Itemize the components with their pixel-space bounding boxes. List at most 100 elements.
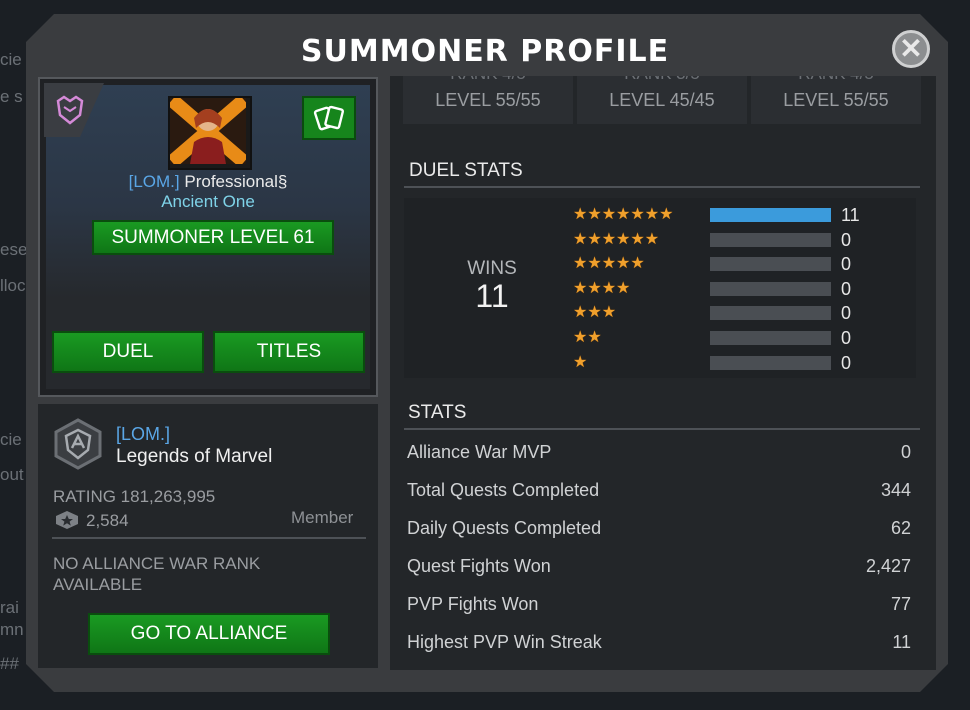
star-icon: ★ xyxy=(573,279,588,297)
wins-bar-fill xyxy=(710,208,831,222)
divider xyxy=(404,428,920,430)
wins-bar xyxy=(710,331,831,345)
star-icon: ★ xyxy=(601,230,617,248)
background-text: rai xyxy=(0,598,19,617)
wins-bar xyxy=(710,281,831,296)
star-icon: ★ xyxy=(601,255,617,273)
star-icon: ★ xyxy=(616,279,631,297)
stat-value: 2,427 xyxy=(865,556,911,576)
star-icon: ★ xyxy=(616,255,631,273)
summoner-level-button[interactable]: SUMMONER LEVEL 61 xyxy=(92,220,334,255)
alliance-tag: [LOM.] xyxy=(128,172,180,191)
champion-portrait[interactable] xyxy=(167,94,252,170)
star-icon: ★ xyxy=(644,230,660,248)
duel-stats-heading: DUEL STATS xyxy=(409,160,523,181)
stat-label: Daily Quests Completed xyxy=(407,518,602,538)
stat-label: Total Quests Completed xyxy=(407,480,600,500)
close-button[interactable]: ✕ xyxy=(892,30,930,68)
wins-label: WINS xyxy=(467,258,517,279)
star-icon: ★ xyxy=(630,206,645,223)
wins-count: 0 xyxy=(841,328,852,348)
star-rating: ★ ★ ★ ★ ★ ★ xyxy=(573,231,659,249)
wins-count: 0 xyxy=(841,229,852,250)
background-text: out xyxy=(0,465,24,484)
deck-button[interactable] xyxy=(302,96,356,140)
wins-bar xyxy=(710,306,831,321)
mystic-class-icon xyxy=(56,95,84,125)
alliance-rating: RATING 181,263,995 xyxy=(53,487,216,506)
stat-row: Quest Fights Won 2,427 xyxy=(407,556,911,577)
close-icon: ✕ xyxy=(899,33,923,64)
star-icon: ★ xyxy=(587,255,602,273)
star-rating: ★ ★ xyxy=(573,329,602,347)
alliance-name: Legends of Marvel xyxy=(116,446,273,467)
rank-label: RANK 3/5 xyxy=(577,76,747,84)
wins-count: 0 xyxy=(841,278,852,299)
star-icon: ★ xyxy=(601,206,617,223)
alliance-tag-label[interactable]: [LOM.] xyxy=(116,424,170,445)
rank-label: RANK 4/5 xyxy=(403,76,573,84)
stat-label: Alliance War MVP xyxy=(407,442,552,462)
background-text: lloc xyxy=(0,276,26,295)
star-icon: ★ xyxy=(644,206,660,223)
background-text: ## xyxy=(0,654,19,673)
wins-bar xyxy=(710,208,831,222)
war-rank-status: NO ALLIANCE WAR RANK AVAILABLE xyxy=(53,554,261,594)
wins-count: 0 xyxy=(841,352,852,373)
wins-count: 0 xyxy=(841,303,852,324)
stat-row: Highest PVP Win Streak 11 xyxy=(407,632,911,653)
divider xyxy=(404,186,920,188)
stat-label: Highest PVP Win Streak xyxy=(407,632,602,652)
star-icon: ★ xyxy=(630,230,645,248)
stat-row: Total Quests Completed 344 xyxy=(407,480,911,501)
background-text: ese xyxy=(0,240,28,259)
stat-row: Daily Quests Completed 62 xyxy=(407,518,911,539)
star-icon: ★ xyxy=(573,353,588,371)
star-icon: ★ xyxy=(616,206,631,223)
rank-label: RANK 4/5 xyxy=(751,76,921,84)
star-icon: ★ xyxy=(587,304,602,322)
star-icon: ★ xyxy=(659,206,674,223)
stat-label: PVP Fights Won xyxy=(407,594,539,614)
star-icon: ★ xyxy=(601,279,617,297)
divider xyxy=(52,537,366,539)
stat-value: 11 xyxy=(892,632,911,652)
go-to-alliance-button[interactable]: GO TO ALLIANCE xyxy=(88,613,330,655)
level-label: LEVEL 55/55 xyxy=(435,90,541,110)
star-icon: ★ xyxy=(587,279,602,297)
star-rating: ★ ★ ★ ★ ★ xyxy=(573,255,645,273)
rank-card: RANK 4/5 LEVEL 55/55 xyxy=(403,76,573,124)
background-text: e s xyxy=(0,87,23,106)
wins-bar xyxy=(710,257,831,272)
star-icon: ★ xyxy=(630,255,645,273)
titles-button[interactable]: TITLES xyxy=(213,331,365,373)
champion-name: Ancient One xyxy=(161,192,255,211)
wins-bar xyxy=(710,355,831,370)
background-text: cie xyxy=(0,430,22,449)
star-icon: ★ xyxy=(587,206,602,223)
member-role: Member xyxy=(291,508,354,527)
star-icon: ★ xyxy=(587,230,602,248)
stat-value: 0 xyxy=(900,442,911,462)
stat-value: 62 xyxy=(890,518,911,538)
star-icon: ★ xyxy=(573,230,588,248)
duel-button[interactable]: DUEL xyxy=(52,331,204,373)
alliance-emblem-icon xyxy=(54,418,102,470)
summoner-name: [LOM.] Professional§ xyxy=(44,172,372,192)
star-rating: ★ xyxy=(573,354,587,372)
star-icon: ★ xyxy=(601,304,617,322)
wins-count: 0 xyxy=(841,254,852,275)
star-icon: ★ xyxy=(573,255,588,273)
rank-card: RANK 3/5 LEVEL 45/45 xyxy=(577,76,747,124)
star-rating: ★ ★ ★ ★ xyxy=(573,280,630,298)
trophy-icon xyxy=(56,511,78,529)
stat-value: 77 xyxy=(890,594,911,614)
background-text: mn xyxy=(0,620,24,639)
level-label: LEVEL 55/55 xyxy=(783,90,889,110)
wins-count: 11 xyxy=(841,205,860,225)
star-icon: ★ xyxy=(573,206,588,223)
stat-label: Quest Fights Won xyxy=(407,556,551,576)
wins-bar xyxy=(710,232,831,247)
champion-portrait-icon xyxy=(167,94,249,168)
level-label: LEVEL 45/45 xyxy=(609,90,715,110)
